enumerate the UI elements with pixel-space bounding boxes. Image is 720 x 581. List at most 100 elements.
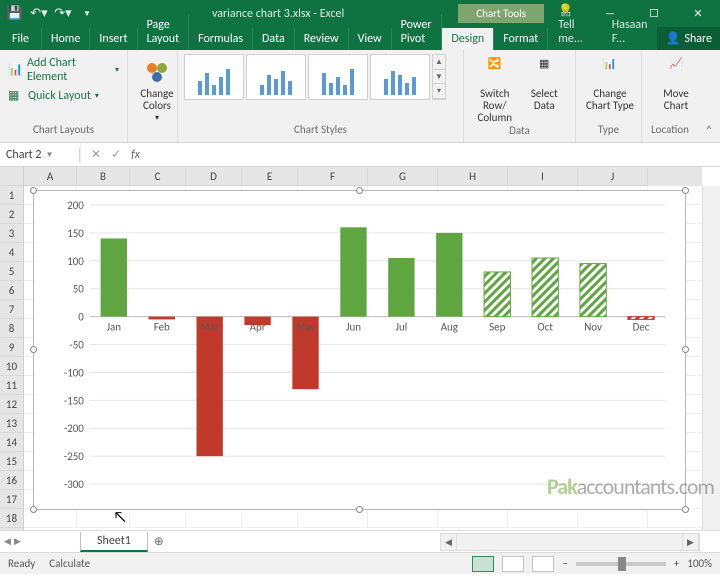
tab-data[interactable]: Data: [253, 28, 295, 50]
column-header[interactable]: H: [438, 167, 508, 186]
cell[interactable]: [438, 509, 508, 527]
name-box[interactable]: Chart 2▼: [0, 148, 80, 162]
cancel-formula-icon[interactable]: ✕: [91, 147, 101, 162]
resize-handle[interactable]: [356, 187, 363, 194]
tell-me[interactable]: 💡 Tell me...: [548, 0, 601, 50]
redo-icon[interactable]: ↷▾: [52, 3, 74, 25]
resize-handle[interactable]: [682, 346, 689, 353]
zoom-in-icon[interactable]: +: [674, 557, 679, 570]
gallery-down-icon[interactable]: ▼: [433, 70, 445, 85]
cell[interactable]: [186, 509, 242, 527]
column-header[interactable]: A: [24, 167, 77, 186]
change-colors-button[interactable]: Change Colors▾: [134, 54, 180, 123]
qat-customize-icon[interactable]: ▼: [76, 3, 98, 25]
tab-format[interactable]: Format: [494, 28, 548, 50]
cell[interactable]: [508, 509, 578, 527]
row-header[interactable]: 16: [0, 471, 23, 490]
row-header[interactable]: 1: [0, 186, 23, 205]
style-gallery-controls[interactable]: ▲▼▾: [432, 54, 446, 100]
cell[interactable]: [77, 509, 130, 527]
tab-formulas[interactable]: Formulas: [189, 28, 253, 50]
account-user[interactable]: Hasaan F...: [602, 14, 658, 50]
save-icon[interactable]: 💾: [4, 3, 26, 25]
name-box-dropdown-icon[interactable]: ▼: [45, 150, 53, 160]
row-header[interactable]: 8: [0, 319, 23, 338]
page-layout-view-icon[interactable]: [502, 556, 524, 572]
close-icon[interactable]: ✕: [676, 0, 720, 27]
row-header[interactable]: 5: [0, 262, 23, 281]
cell[interactable]: [368, 509, 438, 527]
chart-object[interactable]: 200150100500-50-100-150-200-250-300JanFe…: [33, 190, 686, 510]
vertical-scrollbar[interactable]: [702, 186, 720, 530]
column-header[interactable]: C: [130, 167, 186, 186]
cell[interactable]: [578, 509, 648, 527]
add-chart-element-button[interactable]: 📊Add Chart Element▾: [6, 54, 121, 86]
column-header[interactable]: D: [186, 167, 242, 186]
row-header[interactable]: 12: [0, 395, 23, 414]
variance-bar-chart[interactable]: 200150100500-50-100-150-200-250-300JanFe…: [44, 199, 675, 502]
resize-handle[interactable]: [356, 506, 363, 513]
move-chart-button[interactable]: 📈Move Chart: [648, 54, 704, 112]
page-break-view-icon[interactable]: [532, 556, 554, 572]
resize-handle[interactable]: [30, 346, 37, 353]
normal-view-icon[interactable]: [472, 556, 494, 572]
chart-style-2[interactable]: [246, 54, 306, 100]
row-header[interactable]: 3: [0, 224, 23, 243]
tab-design[interactable]: Design: [442, 28, 494, 50]
cell[interactable]: [242, 509, 298, 527]
row-header[interactable]: 6: [0, 281, 23, 300]
row-header[interactable]: 7: [0, 300, 23, 319]
row-header[interactable]: 17: [0, 490, 23, 509]
row-header[interactable]: 18: [0, 509, 23, 528]
resize-handle[interactable]: [682, 187, 689, 194]
chart-style-1[interactable]: [184, 54, 244, 100]
switch-row-column-button[interactable]: 🔀Switch Row/ Column: [470, 54, 520, 124]
cell[interactable]: [130, 509, 186, 527]
scroll-left-icon[interactable]: ◀: [441, 534, 457, 550]
undo-icon[interactable]: ↶▾: [28, 3, 50, 25]
gallery-more-icon[interactable]: ▾: [433, 84, 445, 99]
quick-layout-button[interactable]: ▦Quick Layout▾: [6, 86, 121, 106]
column-header[interactable]: J: [578, 167, 648, 186]
insert-function-icon[interactable]: fx: [131, 148, 140, 162]
row-header[interactable]: 14: [0, 433, 23, 452]
zoom-level[interactable]: 100%: [687, 557, 712, 570]
column-header[interactable]: B: [77, 167, 130, 186]
column-header[interactable]: E: [242, 167, 298, 186]
collapse-ribbon-icon[interactable]: ˄: [698, 50, 720, 142]
share-button[interactable]: 👤Share: [657, 27, 720, 50]
tab-home[interactable]: Home: [42, 28, 90, 50]
select-data-button[interactable]: ▦Select Data: [520, 54, 570, 112]
row-header[interactable]: 2: [0, 205, 23, 224]
row-header[interactable]: 4: [0, 243, 23, 262]
zoom-thumb[interactable]: [618, 557, 626, 571]
resize-handle[interactable]: [682, 506, 689, 513]
row-header[interactable]: 9: [0, 338, 23, 357]
row-header[interactable]: 10: [0, 357, 23, 376]
change-chart-type-button[interactable]: 📊Change Chart Type: [582, 54, 638, 112]
chart-style-4[interactable]: [370, 54, 430, 100]
sheet-nav-next-icon[interactable]: ▶: [14, 536, 21, 547]
select-all[interactable]: [0, 167, 23, 186]
resize-handle[interactable]: [30, 506, 37, 513]
gallery-up-icon[interactable]: ▲: [433, 55, 445, 70]
horizontal-scrollbar[interactable]: ◀ ▶: [440, 533, 700, 551]
zoom-out-icon[interactable]: −: [562, 557, 567, 570]
row-header[interactable]: 11: [0, 376, 23, 395]
tab-review[interactable]: Review: [295, 28, 349, 50]
accept-formula-icon[interactable]: ✓: [111, 147, 121, 162]
tab-insert[interactable]: Insert: [90, 28, 137, 50]
resize-handle[interactable]: [30, 187, 37, 194]
tab-view[interactable]: View: [349, 28, 392, 50]
sheet-nav-prev-icon[interactable]: ◀: [4, 536, 11, 547]
column-header[interactable]: F: [298, 167, 368, 186]
tab-file[interactable]: File: [0, 28, 42, 50]
row-header[interactable]: 13: [0, 414, 23, 433]
zoom-slider[interactable]: [576, 562, 666, 566]
new-sheet-icon[interactable]: ⊕: [154, 534, 174, 549]
row-header[interactable]: 15: [0, 452, 23, 471]
sheet-tab[interactable]: Sheet1: [80, 532, 148, 552]
scroll-right-icon[interactable]: ▶: [683, 534, 699, 550]
column-header[interactable]: I: [508, 167, 578, 186]
column-header[interactable]: G: [368, 167, 438, 186]
